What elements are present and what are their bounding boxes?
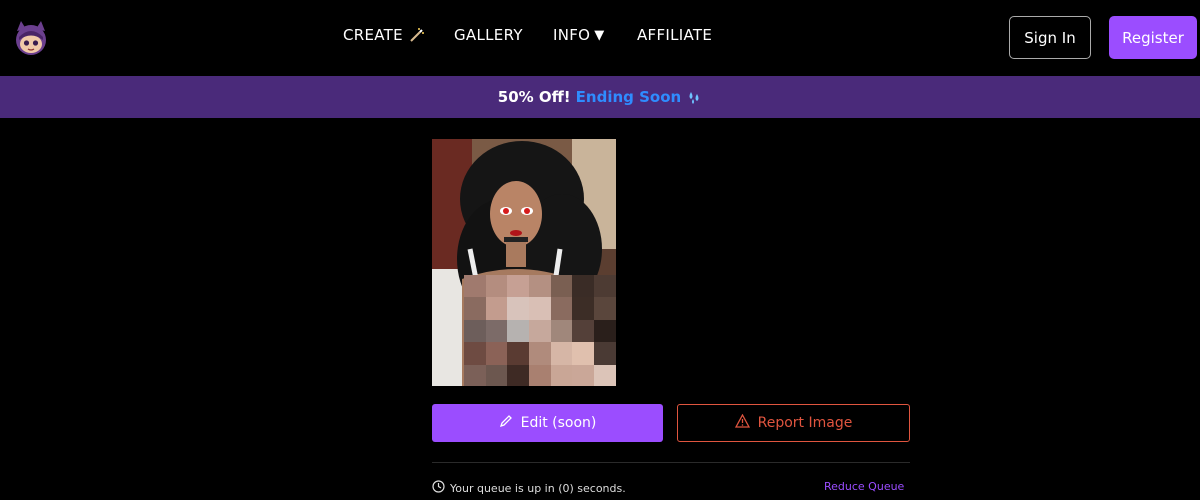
sign-in-button[interactable]: Sign In (1009, 16, 1091, 59)
site-logo[interactable] (9, 17, 53, 59)
navbar: CREATE GALLERY INFO ▼ AFFILIATE Sign In … (0, 0, 1200, 76)
nav-gallery[interactable]: GALLERY (454, 26, 523, 44)
divider (432, 462, 910, 463)
promo-banner[interactable]: 50% Off! Ending Soon (0, 76, 1200, 118)
water-drops-icon (686, 89, 702, 105)
nav-info-label: INFO (553, 26, 591, 44)
nav-create[interactable]: CREATE (343, 26, 425, 44)
report-image-button[interactable]: Report Image (677, 404, 910, 442)
edit-button-label: Edit (soon) (520, 415, 597, 431)
register-button[interactable]: Register (1109, 16, 1197, 59)
promo-offer-text: 50% Off! (497, 88, 571, 106)
caret-down-icon: ▼ (594, 27, 605, 43)
nav-info[interactable]: INFO ▼ (553, 26, 605, 44)
queue-status: Your queue is up in (0) seconds. (432, 480, 626, 496)
clock-icon (432, 480, 445, 496)
report-button-label: Report Image (757, 415, 853, 431)
censor-mosaic (464, 275, 616, 386)
promo-ending-text: Ending Soon (575, 88, 682, 106)
warning-triangle-icon (734, 413, 750, 432)
nav-create-label: CREATE (343, 26, 403, 44)
magic-wand-icon (409, 27, 425, 43)
queue-status-text: Your queue is up in (0) seconds. (450, 481, 626, 495)
edit-button[interactable]: Edit (soon) (432, 404, 663, 442)
generated-image[interactable] (432, 139, 616, 386)
nav-affiliate[interactable]: AFFILIATE (637, 26, 712, 44)
reduce-queue-link[interactable]: Reduce Queue (824, 480, 904, 493)
pencil-icon (499, 414, 513, 432)
